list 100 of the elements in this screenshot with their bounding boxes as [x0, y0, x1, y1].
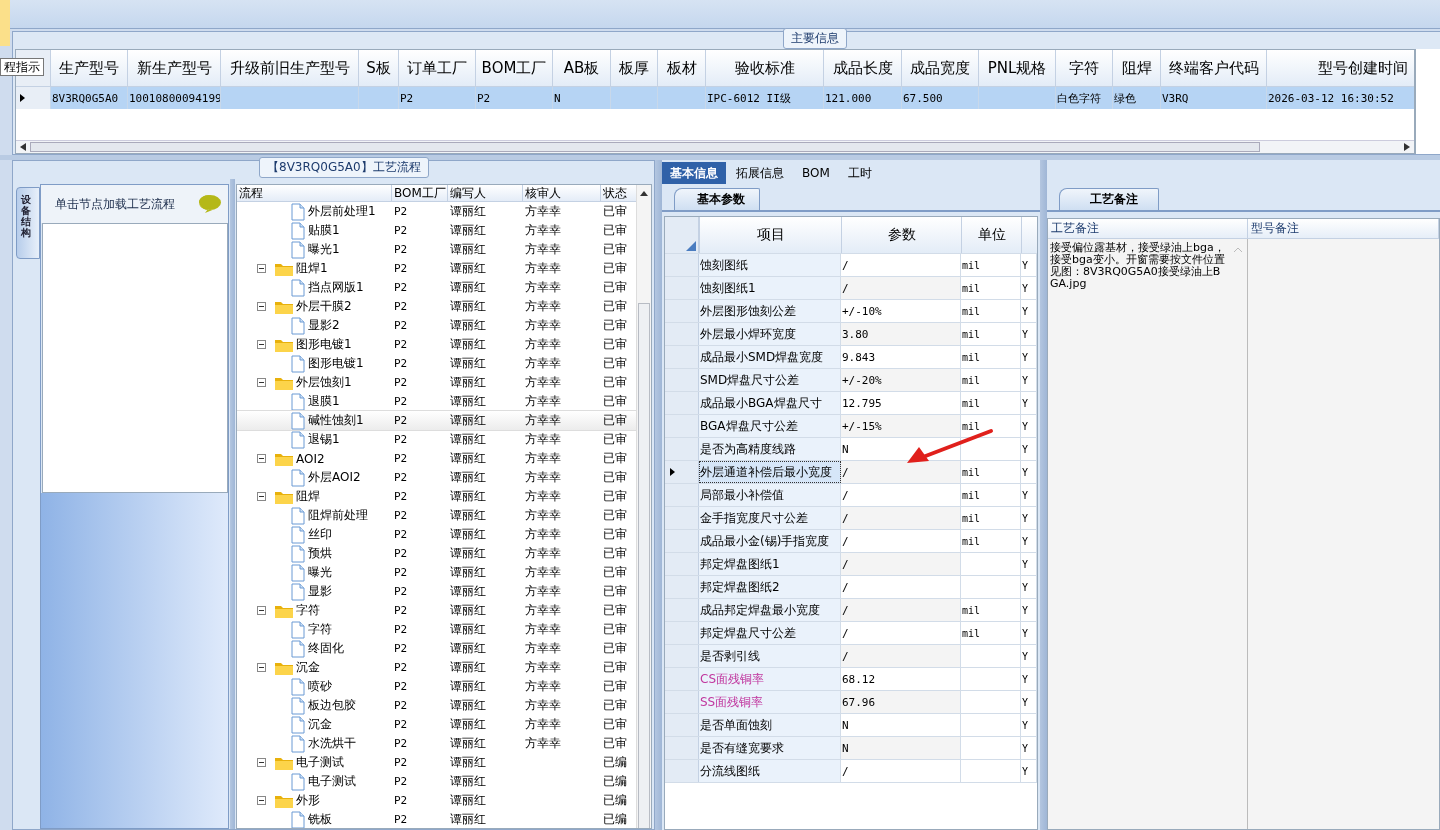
table-row[interactable]: 金手指宽度尺寸公差 / mil Y	[665, 507, 1037, 530]
tree-row[interactable]: 退锡1 P2 谭丽红 方幸幸 已审	[237, 430, 637, 449]
collapse-icon[interactable]	[257, 264, 266, 273]
side-tab[interactable]: 设备结构	[16, 187, 40, 259]
table-row[interactable]: 局部最小补偿值 / mil Y	[665, 484, 1037, 507]
column-header[interactable]: AB板	[552, 50, 610, 86]
collapse-icon[interactable]	[257, 454, 266, 463]
table-row[interactable]: 8V3RQ0G5A0 10010800094199 P2 P2 N IPC-6012 II级 121.000 67.500 白色字符 绿色 V3RQ 2026-03-12 16:30:52	[16, 87, 1414, 109]
collapse-icon[interactable]	[257, 492, 266, 501]
column-header[interactable]: 字符	[1055, 50, 1112, 86]
table-row[interactable]: 成品最小SMD焊盘宽度 9.843 mil Y	[665, 346, 1037, 369]
tree-row[interactable]: 外层干膜2 P2 谭丽红 方幸幸 已审	[237, 297, 637, 316]
tab[interactable]: 工艺备注	[1059, 188, 1159, 210]
column-header[interactable]: S板	[358, 50, 398, 86]
table-row[interactable]: 蚀刻图纸 / mil Y	[665, 254, 1037, 277]
column-header[interactable]: BOM工厂	[475, 50, 552, 86]
table-row[interactable]: 分流线图纸 / Y	[665, 760, 1037, 783]
horizontal-scrollbar[interactable]	[16, 140, 1414, 153]
table-row[interactable]: CS面残铜率 68.12 Y	[665, 668, 1037, 691]
column-header[interactable]: 编写人	[448, 185, 523, 202]
table-row[interactable]: BGA焊盘尺寸公差 +/-15% mil Y	[665, 415, 1037, 438]
column-header[interactable]: 流程	[237, 185, 392, 202]
column-header[interactable]: 成品长度	[823, 50, 901, 86]
column-header[interactable]: 新生产型号	[127, 50, 220, 86]
tree-row[interactable]: 终固化 P2 谭丽红 方幸幸 已审	[237, 639, 637, 658]
table-row[interactable]: 邦定焊盘图纸1 / Y	[665, 553, 1037, 576]
table-row[interactable]: 是否有缝宽要求 N Y	[665, 737, 1037, 760]
column-header[interactable]: 订单工厂	[398, 50, 475, 86]
table-row[interactable]: 外层最小焊环宽度 3.80 mil Y	[665, 323, 1037, 346]
tree-row[interactable]: 显影 P2 谭丽红 方幸幸 已审	[237, 582, 637, 601]
tab[interactable]: 基本信息	[662, 162, 726, 184]
column-header[interactable]: 终端客户代码	[1160, 50, 1266, 86]
tree-row[interactable]: 字符 P2 谭丽红 方幸幸 已审	[237, 601, 637, 620]
tree-row[interactable]: 图形电镀1 P2 谭丽红 方幸幸 已审	[237, 354, 637, 373]
column-header[interactable]: 单位	[961, 217, 1021, 253]
note-text[interactable]: 接受偏位露基材，接受绿油上bga，接受bga变小。开窗需要按文件位置见图：8V3RQ0G5A0接受绿油上BGA.jpg	[1048, 239, 1230, 293]
column-header[interactable]: 生产型号	[50, 50, 127, 86]
tree-row[interactable]: 外层蚀刻1 P2 谭丽红 方幸幸 已审	[237, 373, 637, 392]
tree-row[interactable]: 沉金 P2 谭丽红 方幸幸 已审	[237, 658, 637, 677]
tree-row[interactable]: 图形电镀1 P2 谭丽红 方幸幸 已审	[237, 335, 637, 354]
tree-row[interactable]: 挡点网版1 P2 谭丽红 方幸幸 已审	[237, 278, 637, 297]
table-row[interactable]: 是否剥引线 / Y	[665, 645, 1037, 668]
table-row[interactable]: 是否为高精度线路 N Y	[665, 438, 1037, 461]
table-row[interactable]: 成品最小金(锡)手指宽度 / mil Y	[665, 530, 1037, 553]
table-row[interactable]: 邦定焊盘图纸2 / Y	[665, 576, 1037, 599]
collapse-icon[interactable]	[257, 302, 266, 311]
scroll-left-icon[interactable]	[20, 143, 26, 151]
tree-row[interactable]: 板边包胶 P2 谭丽红 方幸幸 已审	[237, 696, 637, 715]
tree-row[interactable]: 铣板 P2 谭丽红 已编	[237, 810, 637, 828]
table-row[interactable]: 成品邦定焊盘最小宽度 / mil Y	[665, 599, 1037, 622]
tree-row[interactable]: 水洗烘干 P2 谭丽红 方幸幸 已审	[237, 734, 637, 753]
scroll-up-icon[interactable]	[640, 191, 648, 196]
tree-row[interactable]: 阻焊 P2 谭丽红 方幸幸 已审	[237, 487, 637, 506]
table-row[interactable]: SS面残铜率 67.96 Y	[665, 691, 1037, 714]
tree-row[interactable]: 电子测试 P2 谭丽红 已编	[237, 772, 637, 791]
tree-row[interactable]: 预烘 P2 谭丽红 方幸幸 已审	[237, 544, 637, 563]
tree-row[interactable]: 阻焊1 P2 谭丽红 方幸幸 已审	[237, 259, 637, 278]
column-header[interactable]: 成品宽度	[901, 50, 978, 86]
tree-row[interactable]: 沉金 P2 谭丽红 方幸幸 已审	[237, 715, 637, 734]
tree-row[interactable]: 丝印 P2 谭丽红 方幸幸 已审	[237, 525, 637, 544]
vertical-scrollbar[interactable]	[636, 185, 651, 828]
tree-row[interactable]: 贴膜1 P2 谭丽红 方幸幸 已审	[237, 221, 637, 240]
collapse-icon[interactable]	[257, 606, 266, 615]
tree-row[interactable]: 退膜1 P2 谭丽红 方幸幸 已审	[237, 392, 637, 411]
table-row[interactable]: 蚀刻图纸1 / mil Y	[665, 277, 1037, 300]
table-row[interactable]: 成品最小BGA焊盘尺寸 12.795 mil Y	[665, 392, 1037, 415]
tab[interactable]: 拓展信息	[728, 162, 792, 184]
column-header[interactable]: 板材	[657, 50, 705, 86]
collapse-icon[interactable]	[257, 663, 266, 672]
column-header[interactable]: BOM工厂	[392, 185, 448, 202]
tree-row[interactable]: 外层AOI2 P2 谭丽红 方幸幸 已审	[237, 468, 637, 487]
column-header[interactable]: 型号创建时间	[1266, 50, 1412, 86]
tree-row[interactable]: 显影2 P2 谭丽红 方幸幸 已审	[237, 316, 637, 335]
table-row[interactable]: 邦定焊盘尺寸公差 / mil Y	[665, 622, 1037, 645]
tab[interactable]: 工时	[839, 162, 880, 184]
column-header[interactable]: 板厚	[610, 50, 657, 86]
table-row[interactable]: 是否单面蚀刻 N Y	[665, 714, 1037, 737]
collapse-icon[interactable]	[257, 796, 266, 805]
tree-row[interactable]: 曝光1 P2 谭丽红 方幸幸 已审	[237, 240, 637, 259]
tree-row[interactable]: 喷砂 P2 谭丽红 方幸幸 已审	[237, 677, 637, 696]
collapse-icon[interactable]	[257, 758, 266, 767]
column-header[interactable]: 验收标准	[705, 50, 823, 86]
table-row[interactable]: 外层图形蚀刻公差 +/-10% mil Y	[665, 300, 1037, 323]
column-header[interactable]: 项目	[699, 217, 841, 253]
column-header[interactable]: 阻焊	[1112, 50, 1160, 86]
tree-row[interactable]: 字符 P2 谭丽红 方幸幸 已审	[237, 620, 637, 639]
tree-row[interactable]: AOI2 P2 谭丽红 方幸幸 已审	[237, 449, 637, 468]
collapse-icon[interactable]	[257, 340, 266, 349]
tab[interactable]: 基本参数	[674, 188, 760, 210]
column-header[interactable]: 参数	[841, 217, 961, 253]
tree-row[interactable]: 外形 P2 谭丽红 已编	[237, 791, 637, 810]
scroll-right-icon[interactable]	[1404, 143, 1410, 151]
tree-row[interactable]: 曝光 P2 谭丽红 方幸幸 已审	[237, 563, 637, 582]
column-header[interactable]: 核审人	[523, 185, 601, 202]
table-row[interactable]: 外层通道补偿后最小宽度 / mil Y	[665, 461, 1037, 484]
tree-row[interactable]: 碱性蚀刻1 P2 谭丽红 方幸幸 已审	[237, 411, 637, 430]
tree-row[interactable]: 阻焊前处理 P2 谭丽红 方幸幸 已审	[237, 506, 637, 525]
tree-row[interactable]: 外层前处理1 P2 谭丽红 方幸幸 已审	[237, 202, 637, 221]
tab[interactable]: BOM	[794, 162, 838, 184]
column-header[interactable]: 升级前旧生产型号	[220, 50, 358, 86]
